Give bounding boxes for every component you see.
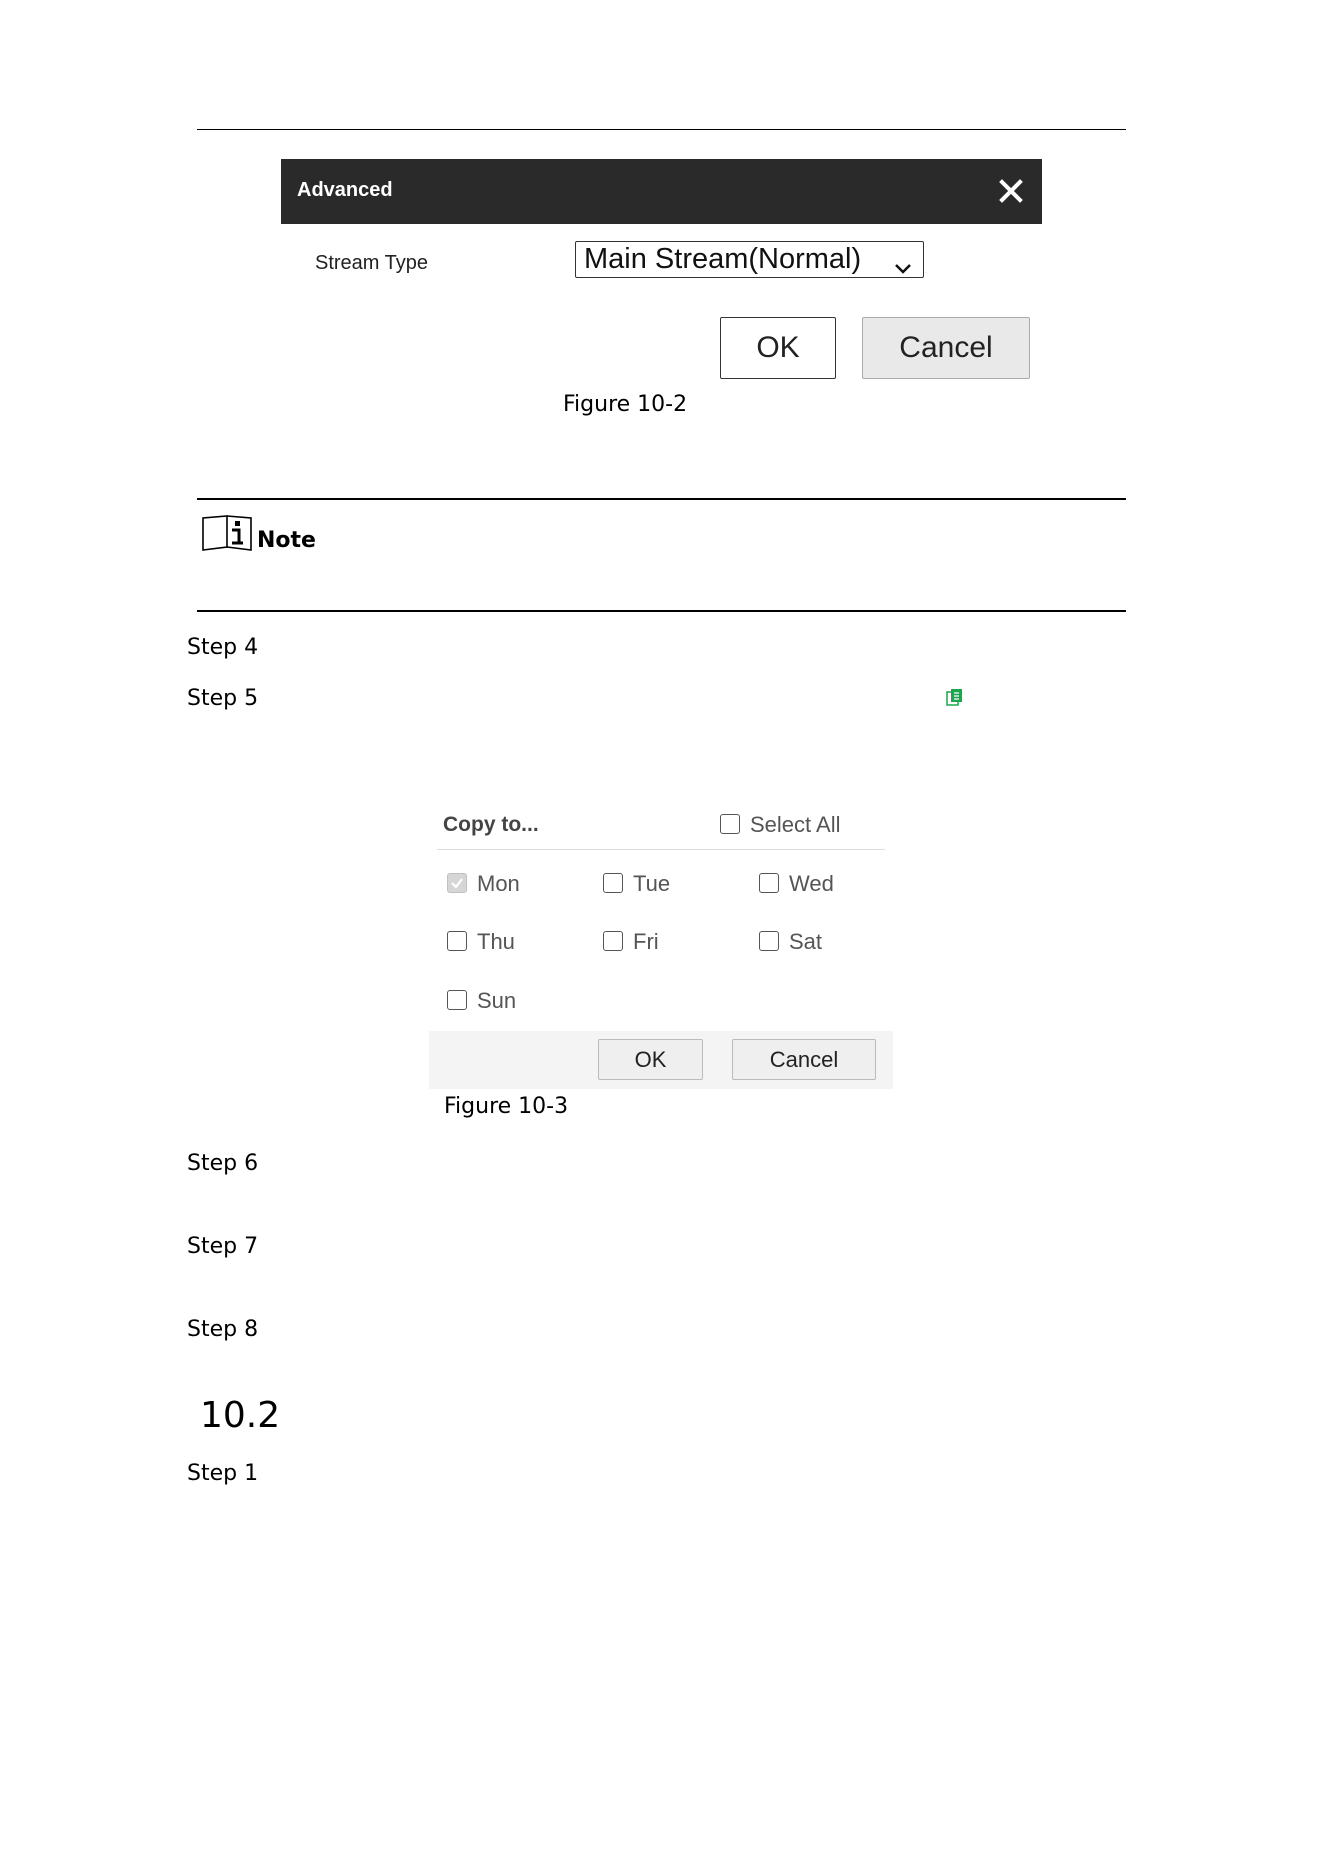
copy-to-title: Copy to...: [443, 813, 539, 836]
select-all-label: Select All: [750, 812, 841, 837]
wed-checkbox-box[interactable]: [759, 873, 779, 893]
step-7-label: Step 7: [187, 1234, 259, 1259]
sun-checkbox-box[interactable]: [447, 990, 467, 1010]
fri-checkbox-box[interactable]: [603, 931, 623, 951]
note-bottom-rule: [197, 610, 1126, 612]
sat-checkbox-box[interactable]: [759, 931, 779, 951]
note-top-rule: [197, 498, 1126, 500]
tue-checkbox-box[interactable]: [603, 873, 623, 893]
close-icon[interactable]: [995, 175, 1027, 207]
advanced-dialog-title: Advanced: [297, 179, 393, 201]
copy-ok-button[interactable]: OK: [598, 1039, 703, 1080]
tue-label: Tue: [633, 871, 671, 896]
select-all-checkbox-box[interactable]: [720, 814, 740, 834]
figure-10-2-caption: Figure 10-2: [563, 392, 688, 417]
copy-cancel-button[interactable]: Cancel: [732, 1039, 876, 1080]
stream-type-label: Stream Type: [315, 252, 429, 274]
sun-label: Sun: [477, 988, 517, 1013]
stream-type-select[interactable]: Main Stream(Normal): [575, 241, 924, 278]
section-number: 10.2: [200, 1395, 281, 1436]
advanced-ok-button[interactable]: OK: [720, 317, 836, 379]
mon-checkbox-box[interactable]: [447, 873, 467, 893]
step-5-label: Step 5: [187, 686, 259, 711]
copy-to-divider: [437, 849, 885, 850]
step-4-label: Step 4: [187, 635, 259, 660]
chevron-down-icon: [893, 251, 913, 286]
thu-label: Thu: [477, 929, 515, 954]
step-8-label: Step 8: [187, 1317, 259, 1342]
step-1-label: Step 1: [187, 1461, 259, 1486]
advanced-cancel-button[interactable]: Cancel: [862, 317, 1030, 379]
advanced-dialog-header: Advanced: [281, 159, 1042, 224]
mon-label: Mon: [477, 871, 520, 896]
wed-label: Wed: [789, 871, 834, 896]
top-rule: [197, 129, 1126, 130]
step-6-label: Step 6: [187, 1151, 259, 1176]
copy-icon: [946, 688, 964, 706]
note-label: Note: [257, 528, 316, 553]
sat-label: Sat: [789, 929, 823, 954]
stream-type-value: Main Stream(Normal): [584, 243, 862, 275]
fri-label: Fri: [633, 929, 659, 954]
figure-10-3-caption: Figure 10-3: [444, 1094, 569, 1119]
thu-checkbox-box[interactable]: [447, 931, 467, 951]
note-book-icon: [201, 514, 255, 554]
